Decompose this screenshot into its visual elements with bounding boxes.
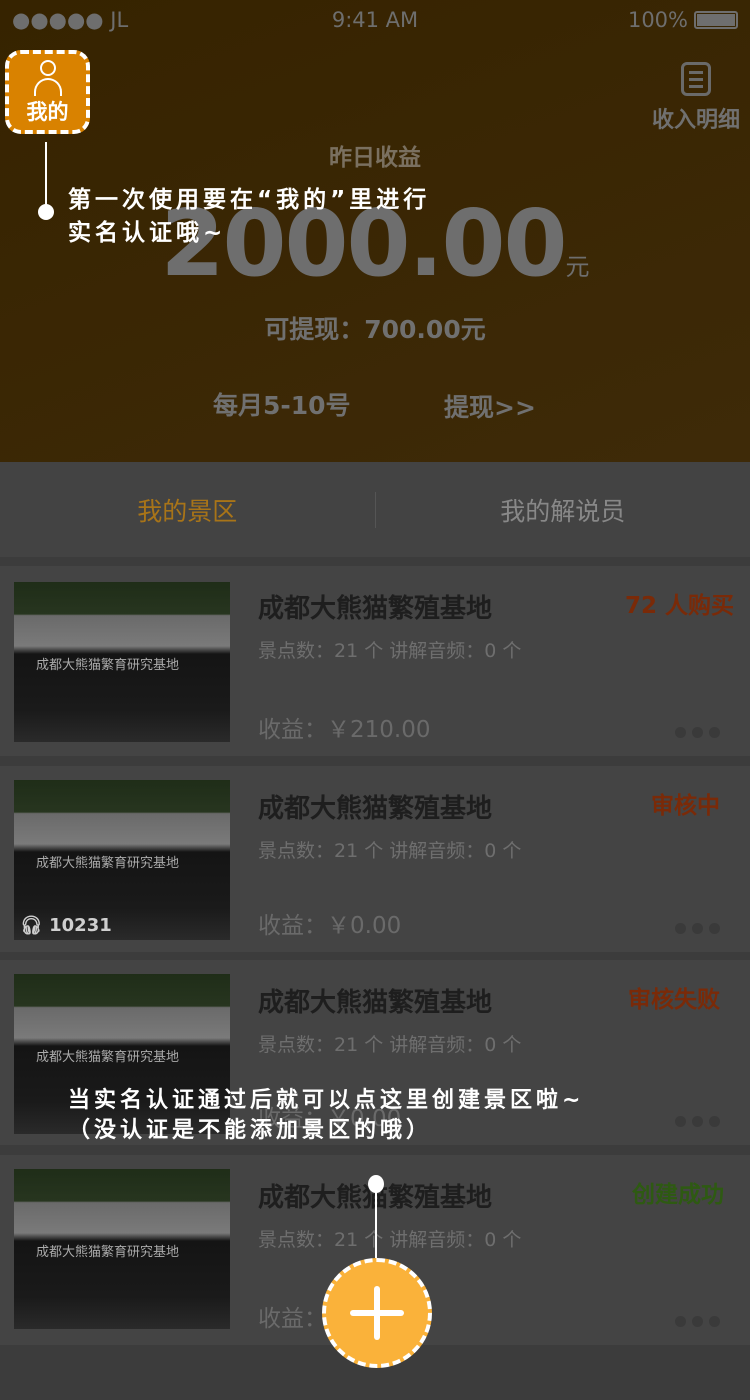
listen-count-value: 10231 xyxy=(49,915,112,936)
listen-count: 🎧︎ 10231 xyxy=(20,915,112,936)
scenic-meta: 景点数：21 个 讲解音频：0 个 xyxy=(258,1229,522,1251)
scenic-card[interactable]: 成都大熊猫繁育研究基地 🎧︎ 10231 成都大熊猫繁殖基地 审核中 景点数：2… xyxy=(0,766,750,952)
list-icon xyxy=(680,62,711,96)
scenic-income: 收益： xyxy=(258,1306,327,1332)
image-sign: 成都大熊猫繁育研究基地 xyxy=(36,856,180,871)
more-icon[interactable] xyxy=(675,727,720,738)
status-badge: 审核中 xyxy=(651,793,720,819)
user-icon xyxy=(31,60,65,96)
amount-unit: 元 xyxy=(565,253,590,281)
income-detail-button[interactable]: 收入明细 xyxy=(652,62,740,134)
withdraw-link[interactable]: 提现>> xyxy=(444,388,536,424)
guide-connector xyxy=(375,1184,377,1258)
withdrawable-amount: 可提现：700.00元 xyxy=(264,315,486,344)
image-sign: 成都大熊猫繁育研究基地 xyxy=(36,1245,180,1260)
withdraw-schedule: 每月5-10号 xyxy=(213,391,351,420)
scenic-income: 收益：￥210.00 xyxy=(258,717,431,743)
tab-my-scenic[interactable]: 我的景区 xyxy=(0,492,375,528)
tip-line: 实名认证哦~ xyxy=(68,220,227,246)
scenic-image: 成都大熊猫繁育研究基地 xyxy=(14,1169,230,1329)
battery-percent: 100% xyxy=(627,8,688,32)
tab-my-guides[interactable]: 我的解说员 xyxy=(376,492,750,528)
tip-line: （没认证是不能添加景区的哦） xyxy=(68,1118,433,1143)
scenic-name: 成都大熊猫繁殖基地 xyxy=(258,988,493,1018)
scenic-image: 成都大熊猫繁育研究基地 🎧︎ 10231 xyxy=(14,780,230,940)
plus-icon xyxy=(350,1286,404,1340)
guide-dot xyxy=(38,204,54,220)
status-bar: ●●●●● JL 9:41 AM 100% xyxy=(0,6,750,36)
scenic-income: 收益：￥0.00 xyxy=(258,913,402,939)
status-badge: 72 人购买 xyxy=(624,593,734,619)
guide-tip-create: 当实名认证通过后就可以点这里创建景区啦~ （没认证是不能添加景区的哦） xyxy=(68,1086,584,1146)
image-sign: 成都大熊猫繁育研究基地 xyxy=(36,658,180,673)
mine-button[interactable]: 我的 xyxy=(5,50,90,134)
tab-bar: 我的景区 我的解说员 xyxy=(0,462,750,557)
scenic-meta: 景点数：21 个 讲解音频：0 个 xyxy=(258,840,522,862)
scenic-card[interactable]: 成都大熊猫繁育研究基地 成都大熊猫繁殖基地 72 人购买 景点数：21 个 讲解… xyxy=(0,566,750,756)
more-icon[interactable] xyxy=(675,1316,720,1327)
headphones-icon: 🎧︎ xyxy=(20,915,50,936)
image-sign: 成都大熊猫繁育研究基地 xyxy=(36,1050,180,1065)
status-badge: 审核失败 xyxy=(628,987,720,1013)
scenic-name: 成都大熊猫繁殖基地 xyxy=(258,794,493,824)
scenic-meta: 景点数：21 个 讲解音频：0 个 xyxy=(258,640,522,662)
more-icon[interactable] xyxy=(675,1116,720,1127)
more-icon[interactable] xyxy=(675,923,720,934)
battery-icon xyxy=(694,11,738,29)
status-badge: 创建成功 xyxy=(632,1182,724,1208)
yesterday-label: 昨日收益 xyxy=(329,145,421,171)
guide-connector xyxy=(45,142,47,210)
tip-line: 当实名认证通过后就可以点这里创建景区啦~ xyxy=(68,1088,585,1113)
scenic-image: 成都大熊猫繁育研究基地 xyxy=(14,582,230,742)
scenic-name: 成都大熊猫繁殖基地 xyxy=(258,594,493,624)
mine-label: 我的 xyxy=(26,100,69,124)
guide-tip-realname: 第一次使用要在“我的”里进行 实名认证哦~ xyxy=(68,184,430,250)
guide-dot xyxy=(368,1175,384,1193)
income-detail-label: 收入明细 xyxy=(651,108,740,133)
tip-line: 第一次使用要在“我的”里进行 xyxy=(68,187,431,213)
add-scenic-button[interactable] xyxy=(322,1258,432,1368)
scenic-meta: 景点数：21 个 讲解音频：0 个 xyxy=(258,1034,522,1056)
